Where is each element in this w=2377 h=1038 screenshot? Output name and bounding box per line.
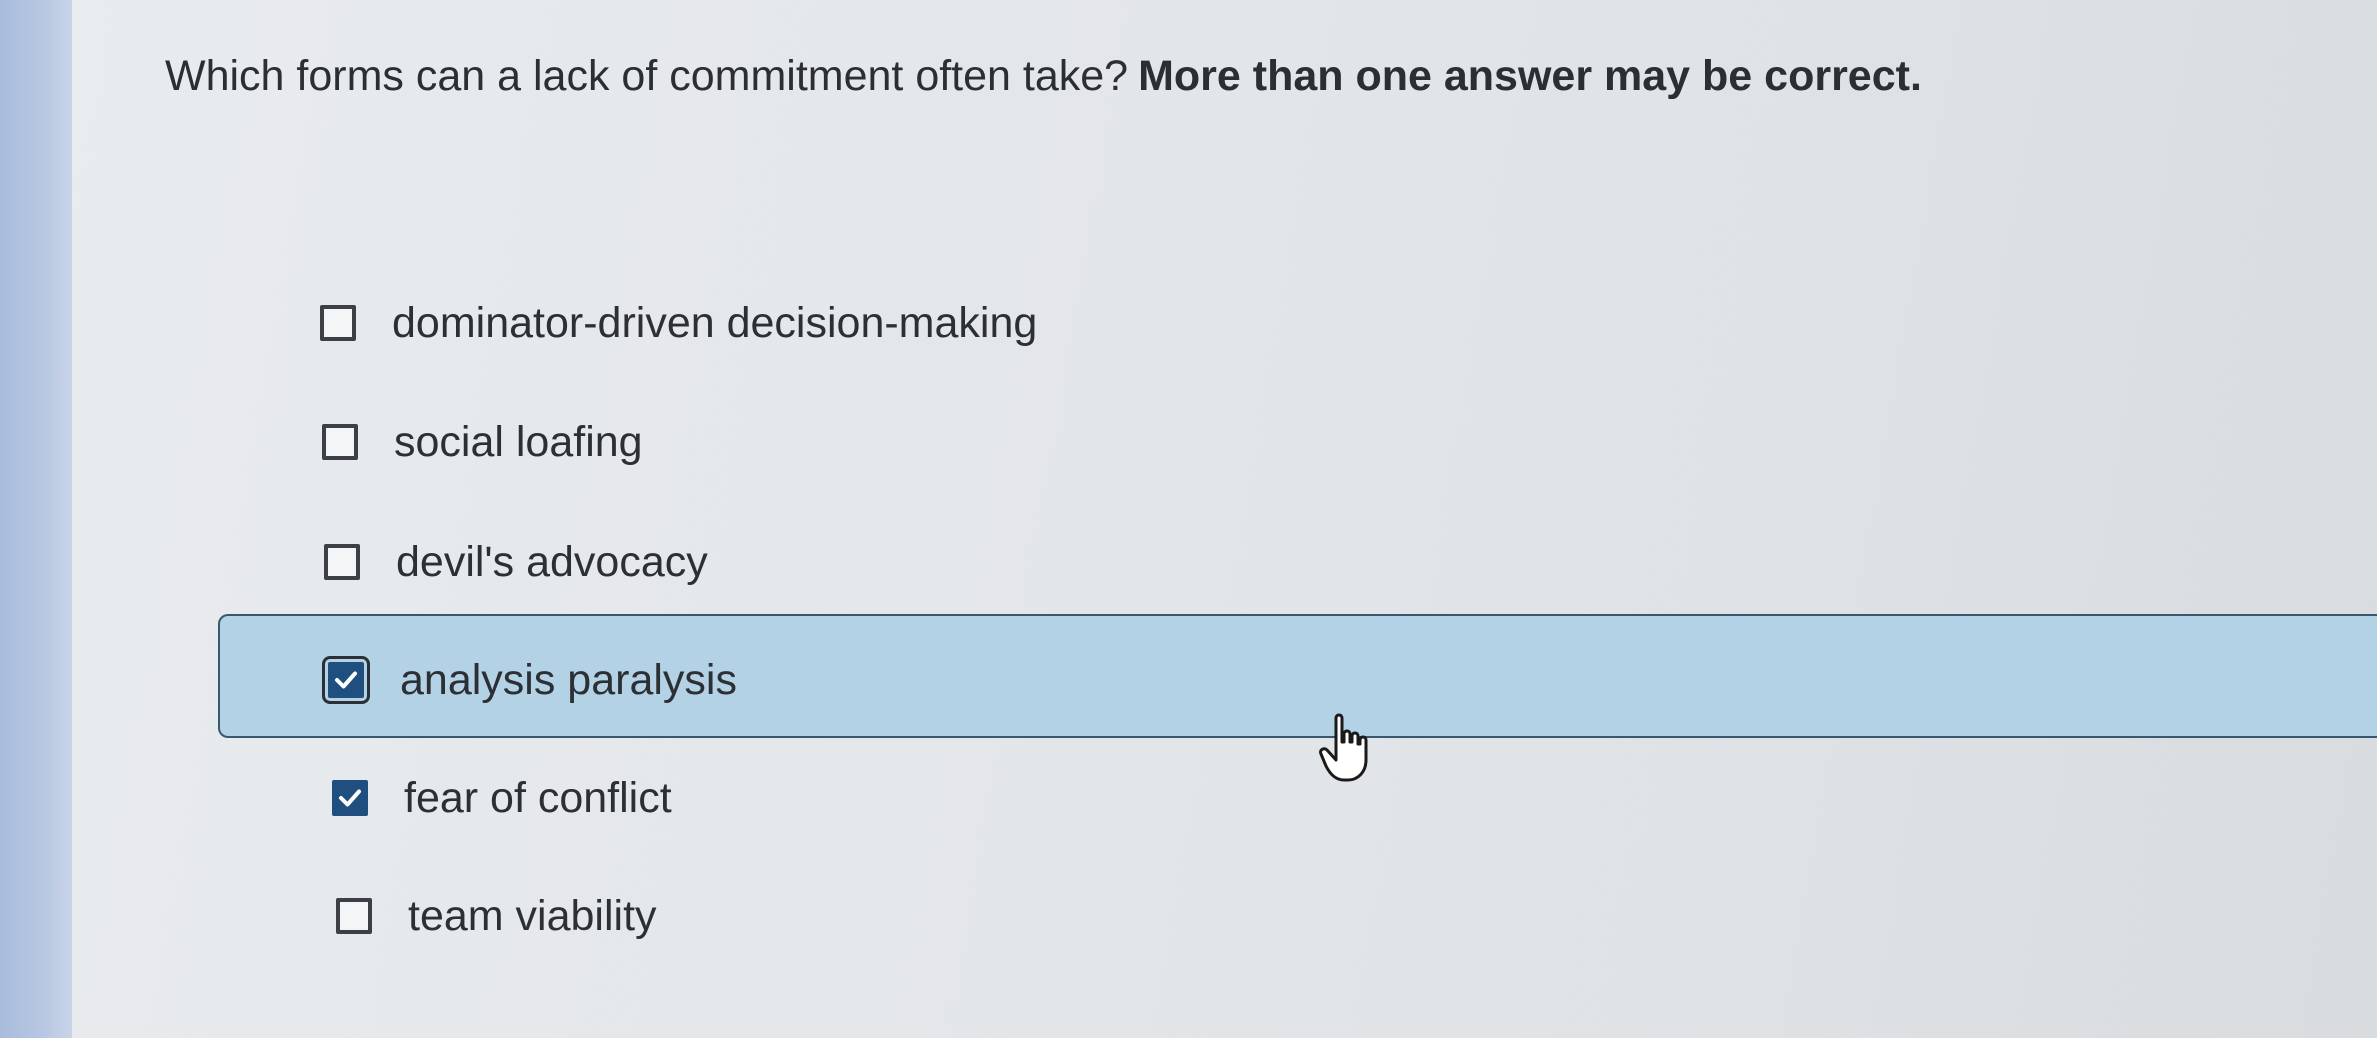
option-label: dominator-driven decision-making [392, 298, 1038, 347]
option-dominator-driven-decision-making[interactable]: dominator-driven decision-making [320, 283, 1037, 363]
check-icon [335, 671, 357, 689]
option-team-viability[interactable]: team viability [336, 876, 657, 956]
left-sidebar-strip [0, 0, 72, 1038]
option-fear-of-conflict[interactable]: fear of conflict [332, 758, 672, 838]
checkbox[interactable] [324, 544, 360, 580]
question-prompt: Which forms can a lack of commitment oft… [165, 48, 1922, 104]
check-icon [339, 789, 361, 807]
checkbox[interactable] [320, 305, 356, 341]
option-label: team viability [408, 891, 657, 940]
option-label: devil's advocacy [396, 537, 708, 586]
option-social-loafing[interactable]: social loafing [322, 402, 643, 482]
question-instruction: More than one answer may be correct. [1138, 52, 1922, 100]
checkbox[interactable] [336, 898, 372, 934]
option-devils-advocacy[interactable]: devil's advocacy [324, 522, 708, 602]
question-text: Which forms can a lack of commitment oft… [165, 52, 1129, 100]
hand-pointer-icon [1319, 713, 1368, 782]
option-analysis-paralysis[interactable]: analysis paralysis [322, 640, 737, 720]
option-label: analysis paralysis [400, 655, 737, 704]
checkbox-checked[interactable] [332, 780, 368, 816]
option-label: social loafing [394, 417, 643, 466]
checkbox[interactable] [322, 424, 358, 460]
checkbox-checked[interactable] [322, 656, 370, 704]
option-label: fear of conflict [404, 773, 672, 822]
